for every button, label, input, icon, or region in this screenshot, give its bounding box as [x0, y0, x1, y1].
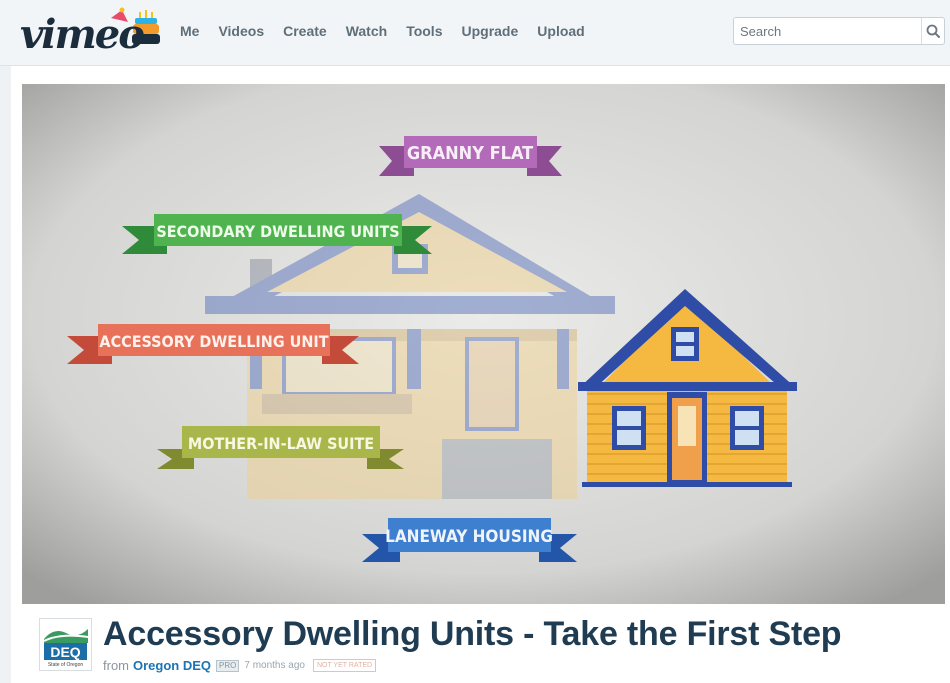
nav-item-upload[interactable]: Upload	[537, 23, 584, 39]
search-button[interactable]	[922, 18, 945, 44]
svg-text:GRANNY FLAT: GRANNY FLAT	[407, 143, 533, 164]
nav-item-watch[interactable]: Watch	[346, 23, 387, 39]
svg-text:SECONDARY DWELLING UNITS: SECONDARY DWELLING UNITS	[156, 222, 399, 241]
posted-time: 7 months ago	[244, 660, 305, 671]
video-player[interactable]: GRANNY FLAT SECONDARY DWELLING UNITS ACC…	[22, 84, 945, 604]
video-page: GRANNY FLAT SECONDARY DWELLING UNITS ACC…	[11, 66, 950, 683]
top-navigation-bar: vimeo Me Videos Create Watch Tools Upgra…	[0, 0, 950, 66]
video-title: Accessory Dwelling Units - Take the Firs…	[103, 615, 842, 653]
search-input[interactable]	[734, 18, 920, 44]
video-info: DEQ State of Oregon Accessory Dwelling U…	[39, 615, 939, 678]
deq-logo-icon: DEQ State of Oregon	[42, 621, 89, 668]
rating-badge: NOT YET RATED	[312, 659, 377, 672]
nav-item-create[interactable]: Create	[283, 23, 327, 39]
nav-item-tools[interactable]: Tools	[406, 23, 442, 39]
main-nav: Me Videos Create Watch Tools Upgrade Upl…	[180, 23, 585, 39]
nav-item-videos[interactable]: Videos	[218, 23, 264, 39]
svg-text:MOTHER-IN-LAW SUITE: MOTHER-IN-LAW SUITE	[188, 434, 374, 453]
svg-text:vimeo: vimeo	[20, 11, 144, 58]
vimeo-logo[interactable]: vimeo	[18, 6, 168, 58]
video-meta: from Oregon DEQ PRO 7 months ago NOT YET…	[103, 658, 377, 673]
search-icon	[926, 24, 940, 38]
video-frame: GRANNY FLAT SECONDARY DWELLING UNITS ACC…	[22, 84, 945, 604]
nav-item-me[interactable]: Me	[180, 23, 199, 39]
avatar[interactable]: DEQ State of Oregon	[39, 618, 92, 671]
pro-badge: PRO	[216, 659, 240, 672]
nav-item-upgrade[interactable]: Upgrade	[461, 23, 518, 39]
svg-text:State of Oregon: State of Oregon	[48, 662, 84, 668]
from-label: from	[103, 658, 129, 673]
svg-text:LANEWAY HOUSING: LANEWAY HOUSING	[385, 527, 553, 547]
search-box	[733, 17, 945, 45]
svg-text:ACCESSORY DWELLING UNIT: ACCESSORY DWELLING UNIT	[99, 332, 328, 351]
svg-text:DEQ: DEQ	[50, 644, 80, 660]
owner-link[interactable]: Oregon DEQ	[133, 658, 211, 673]
